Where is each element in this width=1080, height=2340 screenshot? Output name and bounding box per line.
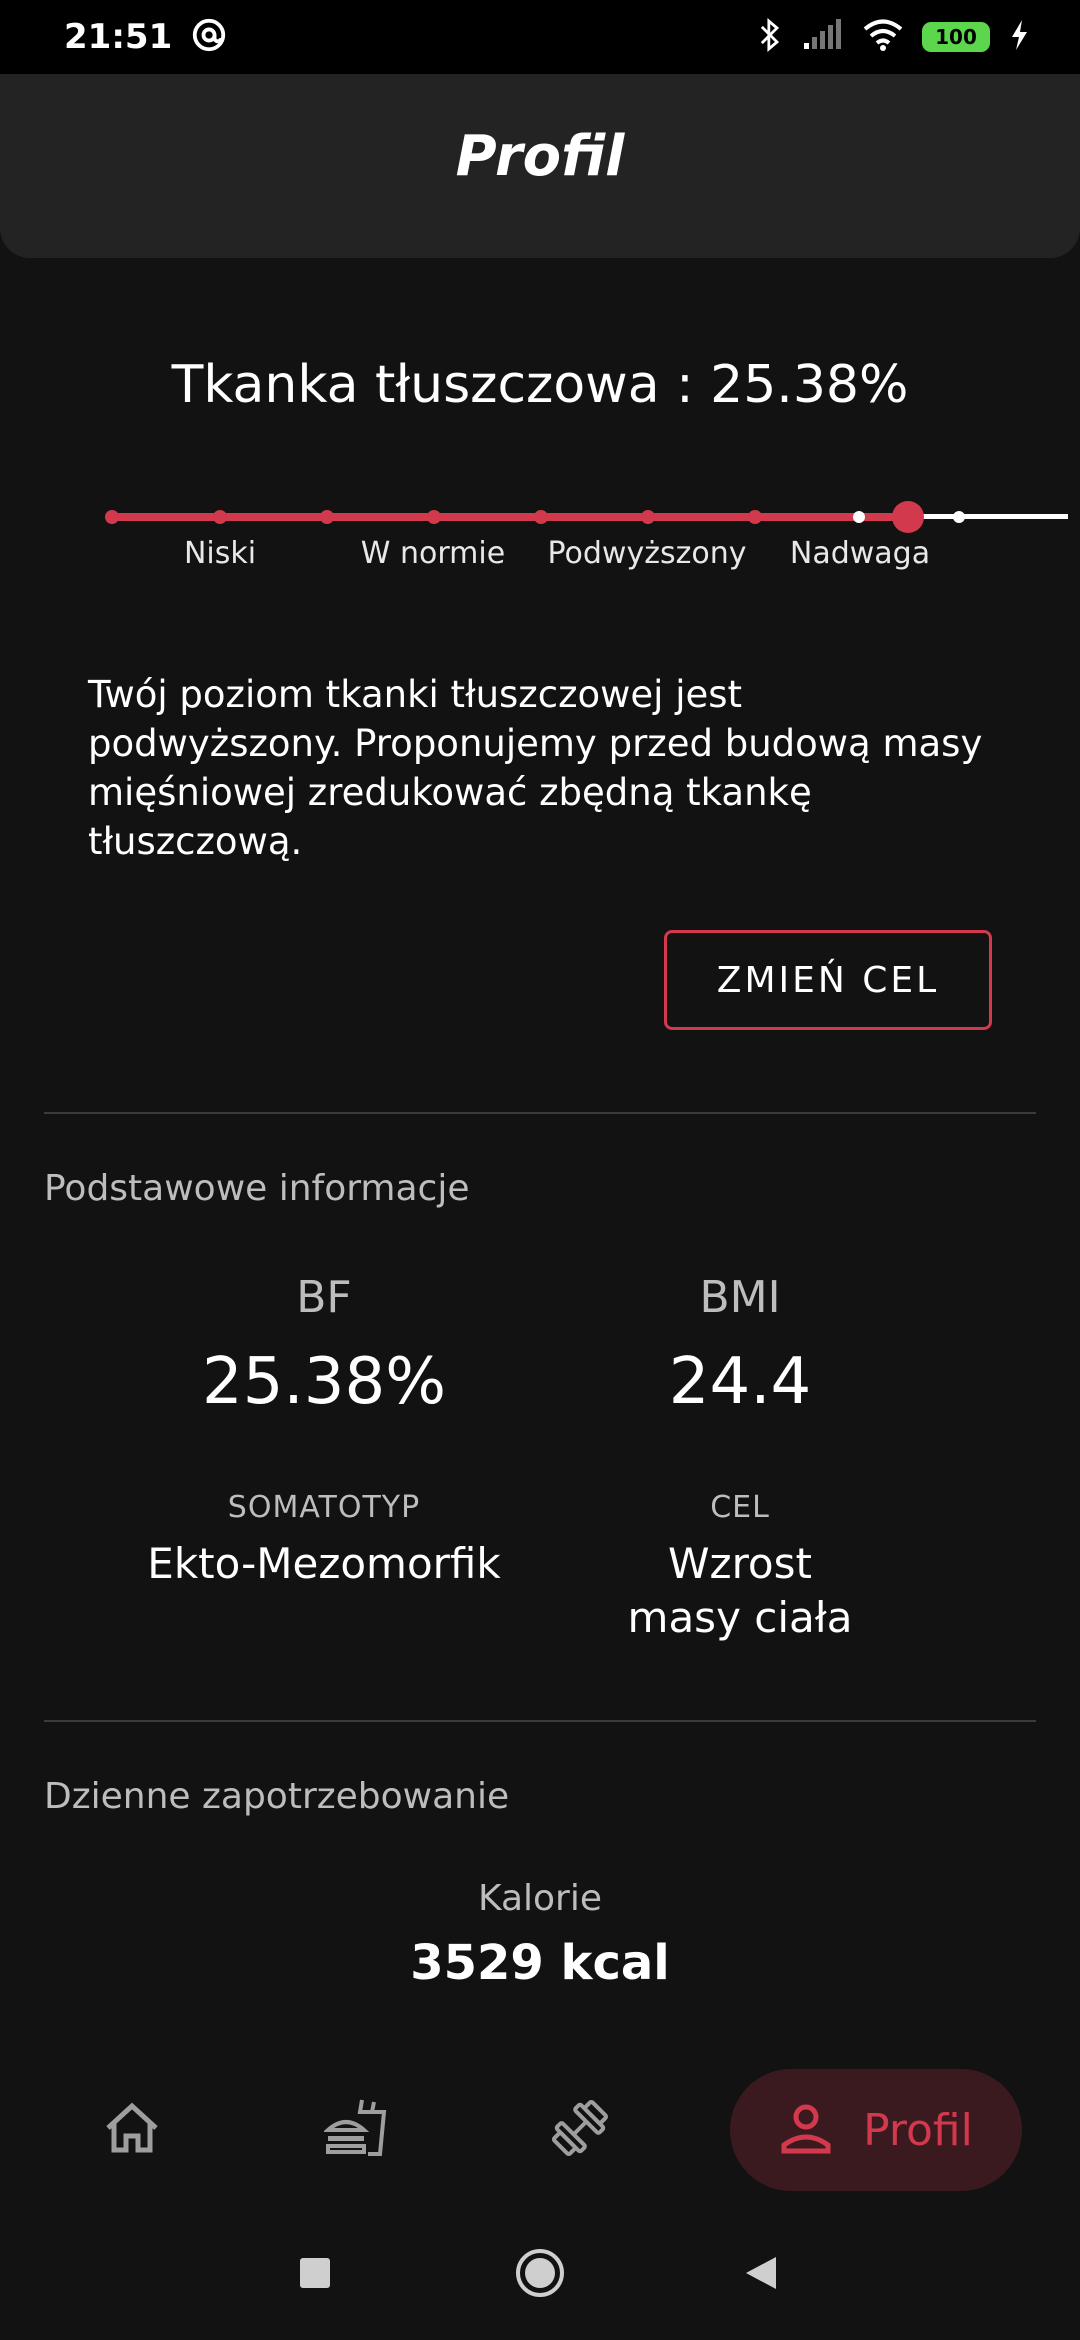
basic-info-title: Podstawowe informacje: [44, 1168, 470, 1209]
status-bar: 21:51 100: [0, 0, 1080, 74]
system-navigation: [0, 2220, 1080, 2330]
scale-label-elevated: Podwyższony: [547, 536, 747, 571]
scale-track-filled: [112, 513, 908, 521]
status-time: 21:51: [64, 17, 173, 57]
scale-tick: [534, 510, 548, 524]
bf-label: BF: [296, 1272, 352, 1323]
scale-tick: [953, 511, 965, 523]
nav-diet[interactable]: [296, 2060, 416, 2200]
bf-value: 25.38%: [201, 1345, 447, 1419]
bottom-navigation: Profil: [0, 2060, 1080, 2200]
somatotype-label: SOMATOTYP: [227, 1490, 421, 1525]
scale-tick: [320, 510, 334, 524]
home-button[interactable]: [485, 2220, 595, 2330]
food-icon: [322, 2096, 388, 2164]
dumbbell-icon: [547, 2095, 613, 2165]
square-icon: [298, 2256, 332, 2294]
battery-indicator: 100: [922, 22, 990, 52]
scale-tick: [748, 510, 762, 524]
scale-track-remaining: [908, 514, 1068, 519]
bmi-value: 24.4: [668, 1345, 812, 1419]
bf-stat: BF 25.38%: [114, 1272, 534, 1419]
goal-info: CEL Wzrost masy ciała: [530, 1490, 950, 1645]
change-goal-button[interactable]: ZMIEŃ CEL: [664, 930, 992, 1030]
recents-button[interactable]: [260, 2220, 370, 2330]
circle-icon: [514, 2247, 566, 2303]
body-fat-description: Twój poziom tkanki tłuszczowej jest podw…: [88, 673, 983, 863]
divider: [44, 1720, 1036, 1722]
calories-block: Kalorie 3529 kcal: [0, 1878, 1080, 1991]
nav-workout[interactable]: [520, 2060, 640, 2200]
charging-icon: [1008, 18, 1030, 56]
bluetooth-icon: [756, 16, 784, 58]
back-triangle-icon: [740, 2253, 780, 2297]
bmi-stat: BMI 24.4: [530, 1272, 950, 1419]
at-sign-icon: [190, 16, 228, 58]
somatotype-value: Ekto-Mezomorfik: [147, 1539, 501, 1588]
daily-needs-title: Dzienne zapotrzebowanie: [44, 1776, 510, 1817]
scale-tick: [213, 510, 227, 524]
nav-profile[interactable]: Profil: [730, 2069, 1022, 2191]
page-title: Profil: [455, 123, 625, 189]
person-icon: [779, 2101, 833, 2159]
scale-thumb: [892, 501, 924, 533]
scale-tick: [641, 510, 655, 524]
scale-tick: [853, 511, 865, 523]
body-fat-scale: Niski W normie Podwyższony Nadwaga: [100, 490, 1068, 610]
nav-home[interactable]: [72, 2060, 192, 2200]
bmi-label: BMI: [699, 1272, 781, 1323]
back-button[interactable]: [705, 2220, 815, 2330]
calories-value: 3529 kcal: [410, 1935, 670, 1991]
scale-label-low: Niski: [183, 536, 257, 571]
home-icon: [102, 2100, 162, 2160]
scale-label-overweight: Nadwaga: [789, 536, 931, 571]
somatotype-info: SOMATOTYP Ekto-Mezomorfik: [114, 1490, 534, 1591]
scale-tick: [427, 510, 441, 524]
divider: [44, 1112, 1036, 1114]
app-bar: Profil: [0, 74, 1080, 258]
scale-label-normal: W normie: [360, 536, 506, 571]
calories-label: Kalorie: [477, 1878, 602, 1919]
wifi-icon: [862, 18, 904, 56]
body-fat-heading: Tkanka tłuszczowa : 25.38%: [171, 355, 909, 415]
signal-icon: [802, 19, 844, 55]
nav-profile-label: Profil: [863, 2104, 973, 2156]
goal-label: CEL: [710, 1490, 770, 1525]
goal-value: Wzrost masy ciała: [627, 1539, 853, 1642]
scale-tick: [105, 510, 119, 524]
